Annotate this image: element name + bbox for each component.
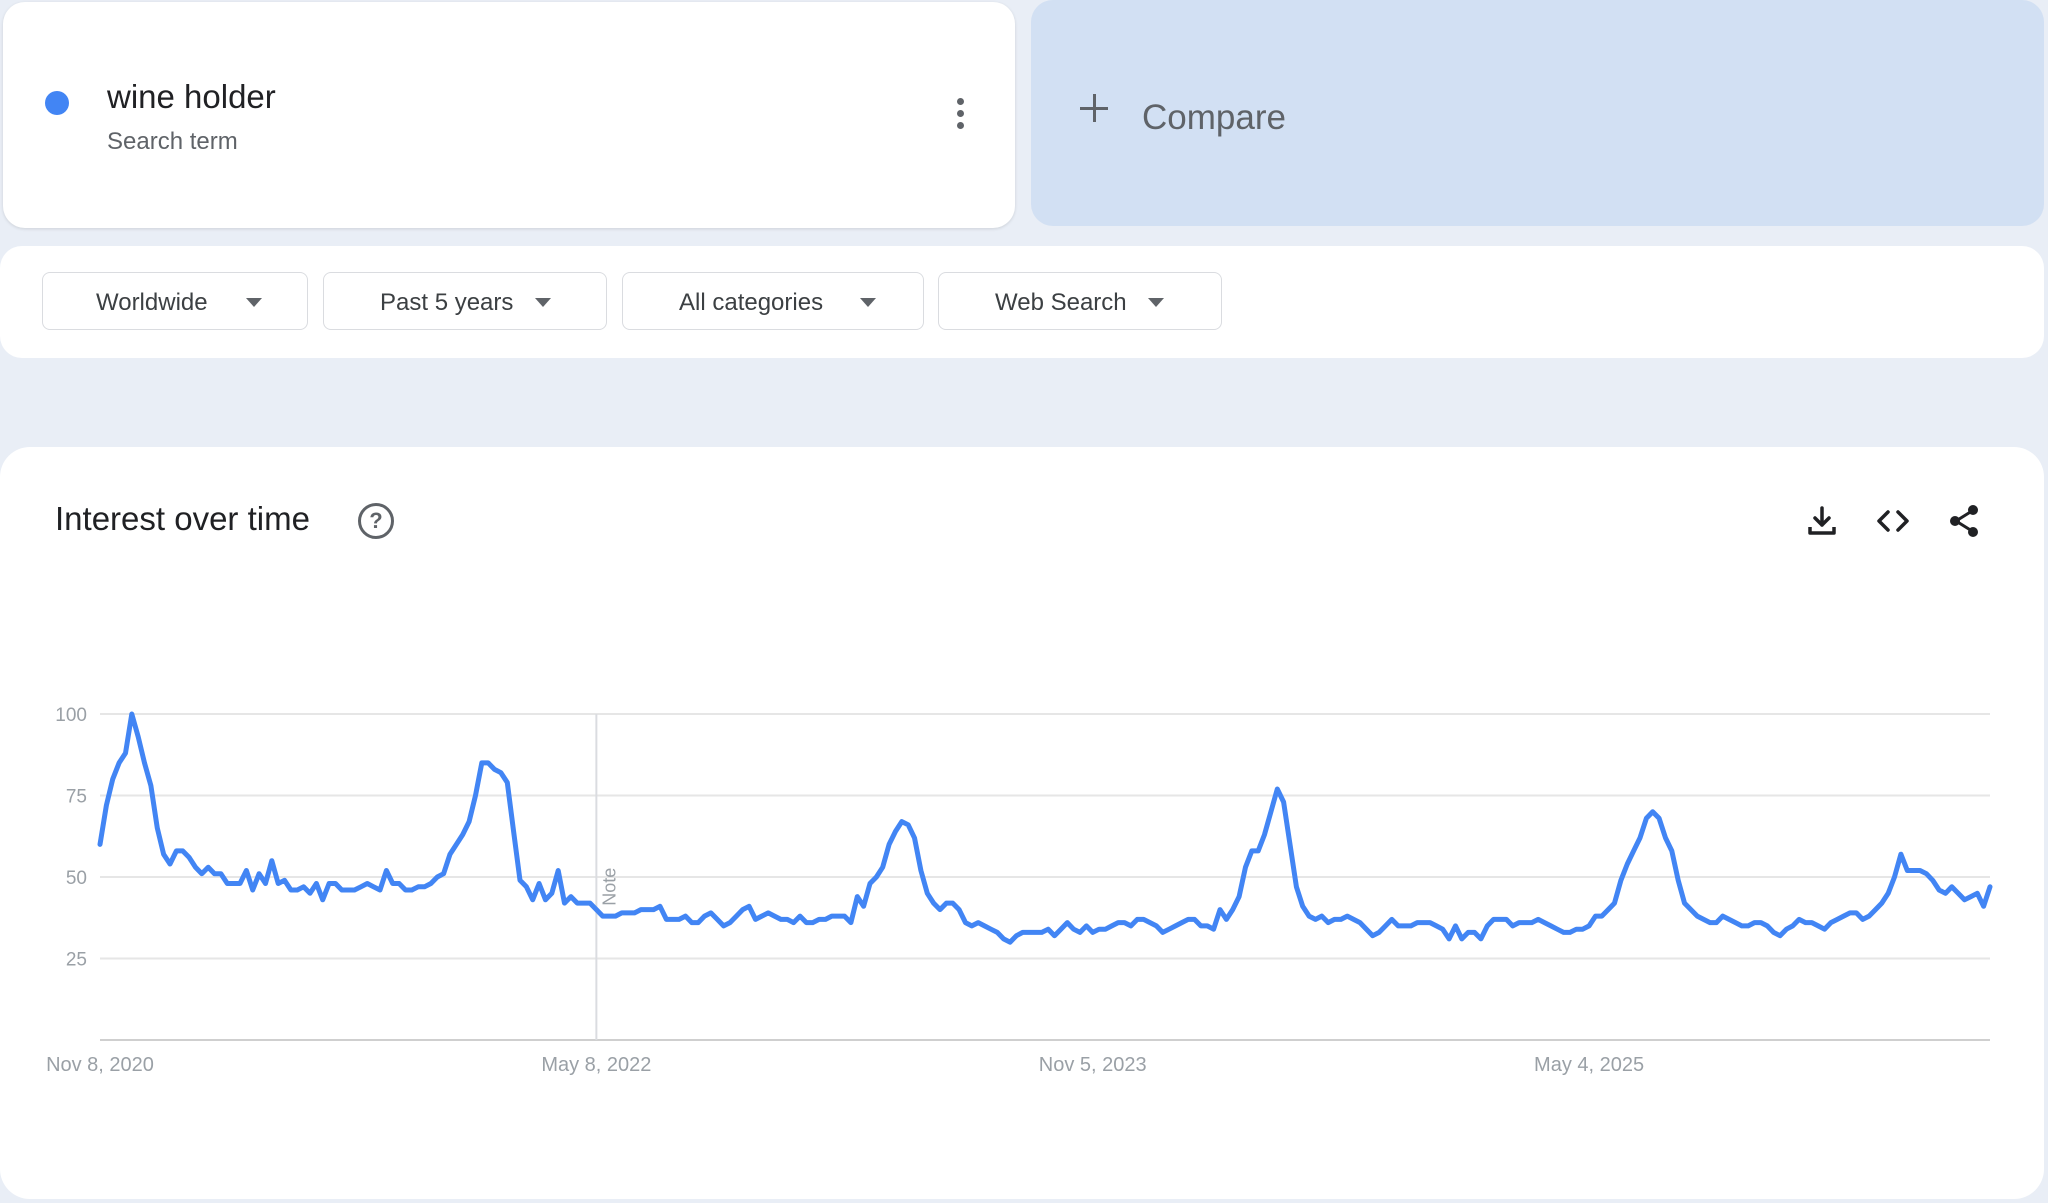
share-icon[interactable] xyxy=(1946,503,1982,539)
search-term-type: Search term xyxy=(107,128,238,155)
x-tick-label: May 4, 2025 xyxy=(1534,1054,1644,1076)
chart-grid: 100 75 50 25 xyxy=(55,705,1990,1041)
note-label[interactable]: Note xyxy=(599,868,619,906)
chart-section-title: Interest over time xyxy=(55,500,310,537)
compare-label: Compare xyxy=(1142,98,1286,137)
category-filter-dropdown[interactable]: All categories xyxy=(622,272,924,330)
download-icon[interactable] xyxy=(1804,503,1840,539)
y-tick-label: 50 xyxy=(66,868,87,889)
term-color-dot xyxy=(45,91,69,115)
time-range-filter-label: Past 5 years xyxy=(380,289,514,316)
chevron-down-icon xyxy=(535,298,551,307)
location-filter-dropdown[interactable]: Worldwide xyxy=(42,272,308,330)
y-tick-label: 100 xyxy=(55,705,87,726)
search-term-name[interactable]: wine holder xyxy=(107,78,276,116)
chevron-down-icon xyxy=(1148,298,1164,307)
location-filter-label: Worldwide xyxy=(96,289,208,316)
plus-icon xyxy=(1080,94,1108,122)
chevron-down-icon xyxy=(860,298,876,307)
x-tick-label: Nov 8, 2020 xyxy=(46,1054,154,1076)
search-type-filter-dropdown[interactable]: Web Search xyxy=(938,272,1222,330)
help-icon[interactable]: ? xyxy=(358,503,394,539)
chart-series xyxy=(97,711,1993,945)
x-axis-labels: Nov 8, 2020 May 8, 2022 Nov 5, 2023 May 4, … xyxy=(46,1054,1644,1076)
x-tick-label: Nov 5, 2023 xyxy=(1039,1054,1147,1076)
series-line-wine-holder[interactable] xyxy=(97,711,1993,945)
more-options-icon[interactable] xyxy=(949,98,971,138)
chevron-down-icon xyxy=(246,298,262,307)
embed-code-icon[interactable] xyxy=(1875,503,1911,539)
x-tick-label: May 8, 2022 xyxy=(541,1054,651,1076)
category-filter-label: All categories xyxy=(679,289,824,316)
interest-over-time-chart: 100755025 Note Nov 8, 2020 May 8, 2022 Nov… xyxy=(46,705,1993,1076)
note-marker: Note xyxy=(595,714,619,1040)
y-tick-label: 25 xyxy=(66,950,87,971)
search-type-filter-label: Web Search xyxy=(995,289,1127,316)
y-tick-label: 75 xyxy=(66,787,87,808)
time-range-filter-dropdown[interactable]: Past 5 years xyxy=(323,272,607,330)
search-term-card[interactable]: wine holder Search term xyxy=(3,2,1015,228)
